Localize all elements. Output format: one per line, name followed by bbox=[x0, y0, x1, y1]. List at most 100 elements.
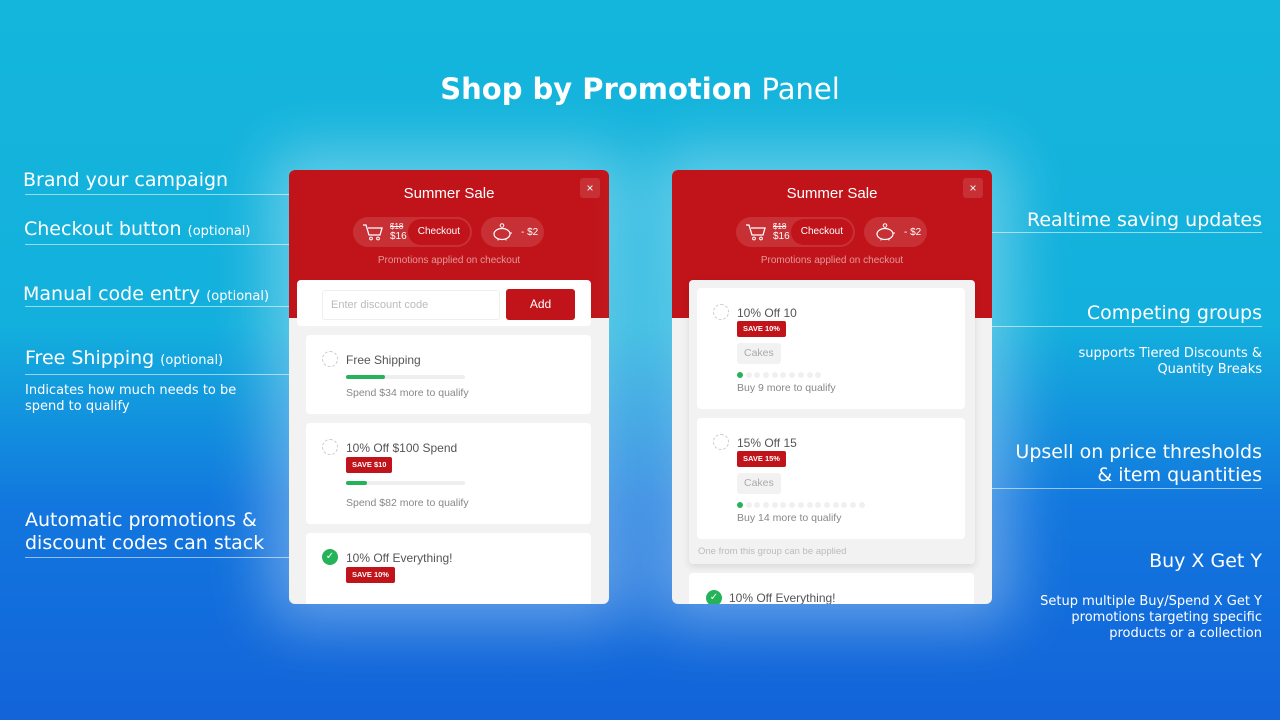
panel-title: Summer Sale bbox=[786, 185, 878, 202]
pointer-line bbox=[25, 374, 295, 375]
saving-amount: - $2 bbox=[521, 226, 539, 238]
promo-name: 10% Off $100 Spend bbox=[346, 441, 458, 455]
annotation-realtime: Realtime saving updates bbox=[1027, 209, 1262, 231]
annotation-optional: (optional) bbox=[206, 289, 270, 304]
promo-card: Free Shipping Spend $34 more to qualify bbox=[306, 335, 591, 414]
quantity-dot bbox=[737, 502, 743, 508]
current-price: $16 bbox=[773, 231, 790, 242]
promo-card: 10% Off $100 Spend SAVE $10 Spend $82 mo… bbox=[306, 423, 591, 524]
cart-summary: $18 $16 Checkout bbox=[353, 217, 472, 247]
promo-note: Spend $34 more to qualify bbox=[346, 387, 469, 399]
cart-summary: $18 $16 Checkout bbox=[736, 217, 855, 247]
savings-summary: - $2 bbox=[864, 217, 927, 247]
quantity-dot bbox=[789, 372, 796, 378]
save-badge: SAVE 15% bbox=[737, 451, 786, 467]
promo-card: 10% Off 10 SAVE 10% Cakes Buy 9 more to … bbox=[697, 288, 965, 409]
pending-circle-icon bbox=[322, 439, 338, 455]
quantity-dot bbox=[745, 502, 752, 508]
quantity-dot bbox=[780, 502, 787, 508]
piggy-bank-icon bbox=[876, 223, 895, 241]
cart-icon bbox=[363, 224, 383, 241]
save-badge: SAVE $10 bbox=[346, 457, 393, 473]
annotation-free-shipping: Free Shipping (optional) bbox=[25, 347, 223, 369]
annotation-upsell: Upsell on price thresholds & item quanti… bbox=[1015, 441, 1262, 486]
quantity-dot bbox=[745, 372, 752, 378]
collection-tag: Cakes bbox=[737, 343, 781, 364]
cart-price: $18 $16 bbox=[390, 222, 407, 242]
quantity-dot bbox=[806, 502, 813, 508]
promotion-panel-left: Summer Sale × $18 $16 Checkout - $2 Promo… bbox=[289, 170, 609, 604]
collection-tag: Cakes bbox=[737, 473, 781, 494]
check-circle-icon: ✓ bbox=[322, 549, 338, 565]
pointer-line bbox=[965, 488, 1262, 489]
annotation-optional: (optional) bbox=[187, 224, 251, 239]
progress-bar bbox=[346, 481, 465, 485]
discount-code-input[interactable]: Enter discount code bbox=[322, 290, 500, 320]
quantity-dot bbox=[763, 372, 770, 378]
annotation-sub: Indicates how much needs to be spend to … bbox=[25, 383, 237, 414]
promo-note: Buy 9 more to qualify bbox=[737, 382, 836, 394]
checkout-button[interactable]: Checkout bbox=[790, 219, 853, 245]
title-rest: Panel bbox=[761, 72, 840, 106]
title-bold: Shop by Promotion bbox=[440, 72, 753, 106]
quantity-dot bbox=[806, 372, 813, 378]
quantity-dot bbox=[832, 502, 839, 508]
check-circle-icon: ✓ bbox=[706, 590, 722, 604]
progress-fill bbox=[346, 375, 386, 379]
quantity-dot bbox=[815, 502, 822, 508]
pointer-line bbox=[25, 557, 290, 558]
page-title: Shop by Promotion Panel bbox=[0, 72, 1280, 106]
current-price: $16 bbox=[390, 231, 407, 242]
quantity-dot bbox=[849, 502, 856, 508]
cart-icon bbox=[746, 224, 766, 241]
checkout-button[interactable]: Checkout bbox=[407, 219, 470, 245]
promo-card-applied: ✓ 10% Off Everything! bbox=[689, 573, 974, 604]
promo-card-applied: ✓ 10% Off Everything! SAVE 10% bbox=[306, 533, 591, 604]
quantity-dot bbox=[771, 502, 778, 508]
annotation-text: Checkout button bbox=[24, 218, 182, 240]
saving-amount: - $2 bbox=[904, 226, 922, 238]
progress-bar bbox=[346, 375, 465, 379]
promo-name: Free Shipping bbox=[346, 353, 421, 367]
discount-code-box: Enter discount code Add bbox=[297, 280, 591, 326]
quantity-dot bbox=[789, 502, 796, 508]
quantity-dot bbox=[771, 372, 778, 378]
close-button[interactable]: × bbox=[580, 178, 600, 198]
annotation-sub: supports Tiered Discounts & Quantity Bre… bbox=[1078, 346, 1262, 377]
promo-note: Spend $82 more to qualify bbox=[346, 497, 469, 509]
promo-name: 10% Off Everything! bbox=[346, 551, 453, 565]
group-note: One from this group can be applied bbox=[698, 546, 847, 557]
close-button[interactable]: × bbox=[963, 178, 983, 198]
quantity-dot bbox=[841, 502, 848, 508]
quantity-dot bbox=[823, 502, 830, 508]
quantity-dot bbox=[797, 502, 804, 508]
savings-summary: - $2 bbox=[481, 217, 544, 247]
quantity-dot bbox=[815, 372, 822, 378]
annotation-code: Manual code entry (optional) bbox=[23, 283, 269, 305]
pending-circle-icon bbox=[713, 304, 729, 320]
quantity-dot bbox=[858, 502, 865, 508]
annotation-competing: Competing groups bbox=[1086, 302, 1262, 324]
annotation-text: Free Shipping bbox=[25, 347, 155, 369]
promotion-panel-right: Summer Sale × $18 $16 Checkout - $2 Promo… bbox=[672, 170, 992, 604]
promo-card: 15% Off 15 SAVE 15% Cakes Buy 14 more to… bbox=[697, 418, 965, 539]
pending-circle-icon bbox=[713, 434, 729, 450]
panel-title: Summer Sale bbox=[403, 185, 495, 202]
piggy-bank-icon bbox=[493, 223, 512, 241]
annotation-optional: (optional) bbox=[160, 353, 224, 368]
annotation-stack: Automatic promotions & discount codes ca… bbox=[25, 509, 265, 554]
annotation-brand: Brand your campaign bbox=[23, 169, 228, 191]
pointer-line bbox=[965, 326, 1262, 327]
quantity-dot bbox=[737, 372, 743, 378]
applied-note: Promotions applied on checkout bbox=[377, 255, 521, 266]
promo-name: 10% Off 10 bbox=[737, 306, 797, 320]
pointer-line bbox=[25, 306, 302, 307]
annotation-checkout: Checkout button (optional) bbox=[24, 218, 251, 240]
annotation-text: Brand your campaign bbox=[23, 169, 229, 191]
add-code-button[interactable]: Add bbox=[506, 289, 575, 320]
promo-note: Buy 14 more to qualify bbox=[737, 512, 842, 524]
quantity-dot bbox=[754, 372, 761, 378]
competing-group: 10% Off 10 SAVE 10% Cakes Buy 9 more to … bbox=[689, 280, 975, 564]
save-badge: SAVE 10% bbox=[346, 567, 395, 583]
quantity-dots bbox=[737, 372, 822, 378]
